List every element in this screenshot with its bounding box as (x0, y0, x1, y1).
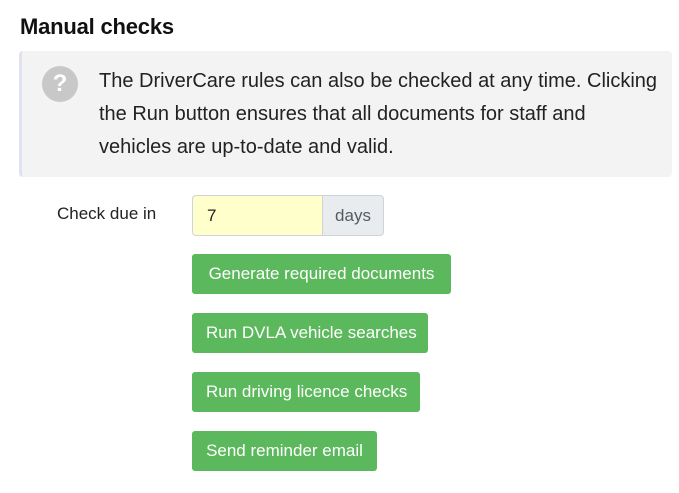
info-panel: ? The DriverCare rules can also be check… (19, 51, 672, 177)
check-due-label: Check due in (57, 204, 157, 223)
section-title: Manual checks (20, 14, 174, 39)
check-due-input-group: days (192, 195, 384, 236)
question-circle-icon: ? (42, 66, 78, 102)
send-reminder-email-button[interactable]: Send reminder email (192, 431, 377, 471)
run-driving-licence-checks-button[interactable]: Run driving licence checks (192, 372, 420, 412)
days-addon: days (322, 195, 384, 236)
run-dvla-vehicle-searches-button[interactable]: Run DVLA vehicle searches (192, 313, 428, 353)
check-due-days-input[interactable] (192, 195, 322, 236)
generate-required-documents-button[interactable]: Generate required documents (192, 254, 451, 294)
info-text: The DriverCare rules can also be checked… (99, 70, 658, 158)
